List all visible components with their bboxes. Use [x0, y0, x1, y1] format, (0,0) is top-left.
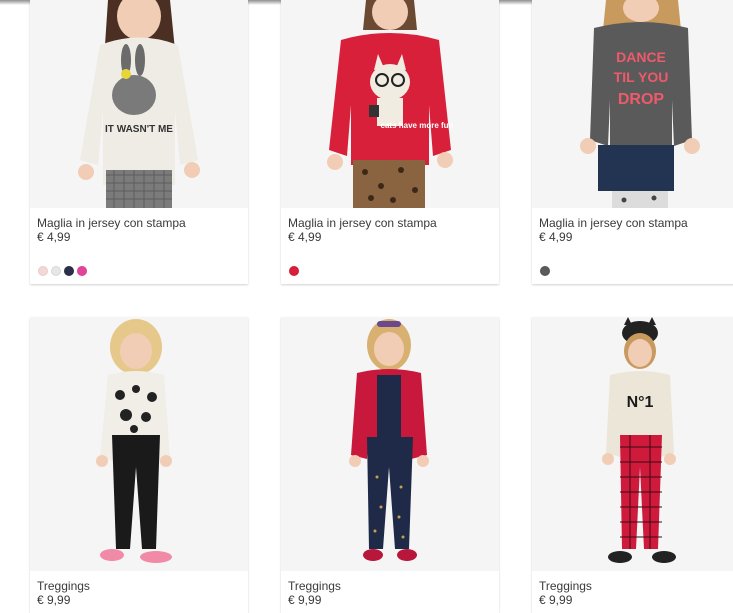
product-image[interactable]: cats have more fun [281, 0, 499, 208]
product-card[interactable]: DANCE TIL YOU DROP Maglia in jersey con … [532, 0, 733, 284]
product-price: € 4,99 [539, 230, 573, 244]
product-name[interactable]: Treggings [37, 579, 241, 593]
color-swatches [38, 266, 87, 276]
color-swatch-icon[interactable] [64, 266, 74, 276]
color-swatch-icon[interactable] [540, 266, 550, 276]
product-card[interactable]: N°1 Treggings € 9,99 [532, 317, 733, 613]
product-price: € 9,99 [288, 593, 322, 607]
svg-text:DANCE: DANCE [616, 49, 666, 65]
product-image[interactable]: IT WASN'T ME [30, 0, 248, 208]
product-name[interactable]: Treggings [539, 579, 733, 593]
product-name[interactable]: Maglia in jersey con stampa [288, 216, 492, 230]
print-text: cats have more fun [381, 121, 454, 130]
product-image[interactable] [281, 317, 499, 571]
product-image[interactable] [30, 317, 248, 571]
product-image[interactable]: DANCE TIL YOU DROP [532, 0, 733, 208]
product-name[interactable]: Maglia in jersey con stampa [37, 216, 241, 230]
product-card[interactable]: Treggings € 9,99 [281, 317, 499, 613]
svg-text:DROP: DROP [618, 91, 665, 108]
product-name[interactable]: Maglia in jersey con stampa [539, 216, 733, 230]
product-name[interactable]: Treggings [288, 579, 492, 593]
color-swatches [289, 266, 299, 276]
product-image[interactable]: N°1 [532, 317, 733, 571]
svg-text:TIL YOU: TIL YOU [614, 69, 669, 85]
product-price: € 9,99 [539, 593, 573, 607]
product-price: € 4,99 [288, 230, 322, 244]
print-text: IT WASN'T ME [105, 124, 173, 135]
color-swatch-icon[interactable] [289, 266, 299, 276]
product-card[interactable]: IT WASN'T ME Maglia in jersey con stampa… [30, 0, 248, 284]
color-swatch-icon[interactable] [38, 266, 48, 276]
print-text: N°1 [627, 394, 654, 411]
color-swatch-icon[interactable] [77, 266, 87, 276]
color-swatch-icon[interactable] [51, 266, 61, 276]
color-swatches [540, 266, 550, 276]
product-price: € 4,99 [37, 230, 71, 244]
product-card[interactable]: Treggings € 9,99 [30, 317, 248, 613]
product-price: € 9,99 [37, 593, 71, 607]
product-card[interactable]: cats have more fun Maglia in jersey con … [281, 0, 499, 284]
